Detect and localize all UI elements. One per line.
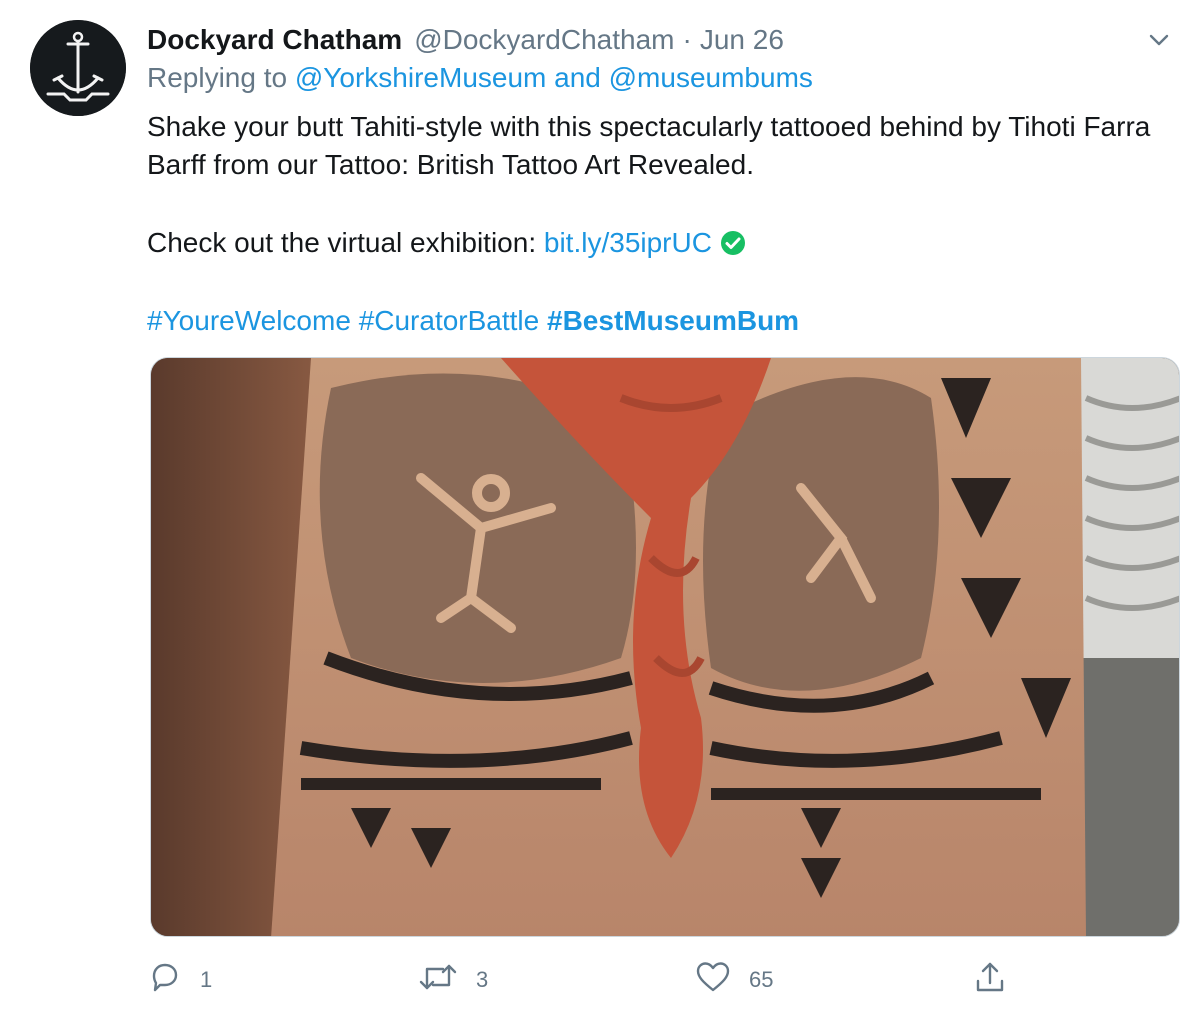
share-icon	[972, 959, 1008, 1001]
hashtag-yourewelcome[interactable]: #YoureWelcome	[147, 305, 351, 336]
separator-dot: ·	[682, 24, 692, 55]
reply-count: 1	[200, 967, 213, 992]
handle[interactable]: @DockyardChatham	[414, 24, 674, 56]
retweet-icon	[418, 960, 458, 1000]
tweet-header: Dockyard Chatham @DockyardChatham · Jun …	[147, 20, 784, 60]
reply-icon	[148, 960, 182, 1000]
chevron-down-icon[interactable]	[1141, 22, 1177, 58]
like-count: 65	[749, 967, 774, 992]
cta-line: Check out the virtual exhibition: bit.ly…	[147, 224, 1177, 266]
hashtags: #YoureWelcome #CuratorBattle #BestMuseum…	[147, 302, 1177, 340]
tweet-body: Shake your butt Tahiti-style with this s…	[147, 111, 1151, 180]
like-button[interactable]: 65	[695, 950, 773, 1010]
tweet-text: Shake your butt Tahiti-style with this s…	[147, 108, 1177, 340]
reply-targets-link[interactable]: @YorkshireMuseum and @museumbums	[295, 62, 813, 93]
exhibition-link[interactable]: bit.ly/35iprUC	[544, 227, 712, 258]
share-button[interactable]	[972, 950, 1008, 1010]
reply-prefix: Replying to	[147, 62, 288, 93]
avatar[interactable]	[30, 20, 126, 116]
tweet-date[interactable]: Jun 26	[700, 24, 784, 56]
hashtag-curatorbattle[interactable]: #CuratorBattle	[359, 305, 540, 336]
retweet-button[interactable]: 3	[418, 950, 488, 1010]
cta-text: Check out the virtual exhibition:	[147, 227, 537, 258]
check-mark-icon	[720, 228, 746, 266]
reply-button[interactable]: 1	[148, 950, 212, 1010]
display-name[interactable]: Dockyard Chatham	[147, 24, 402, 56]
replying-to: Replying to @YorkshireMuseum and @museum…	[147, 62, 813, 94]
tweet-photo[interactable]	[150, 357, 1180, 937]
retweet-count: 3	[476, 967, 489, 992]
hashtag-bestmuseumbum[interactable]: #BestMuseumBum	[547, 305, 799, 336]
heart-icon	[695, 960, 731, 1000]
action-bar: 1 3 65	[0, 950, 1199, 1010]
